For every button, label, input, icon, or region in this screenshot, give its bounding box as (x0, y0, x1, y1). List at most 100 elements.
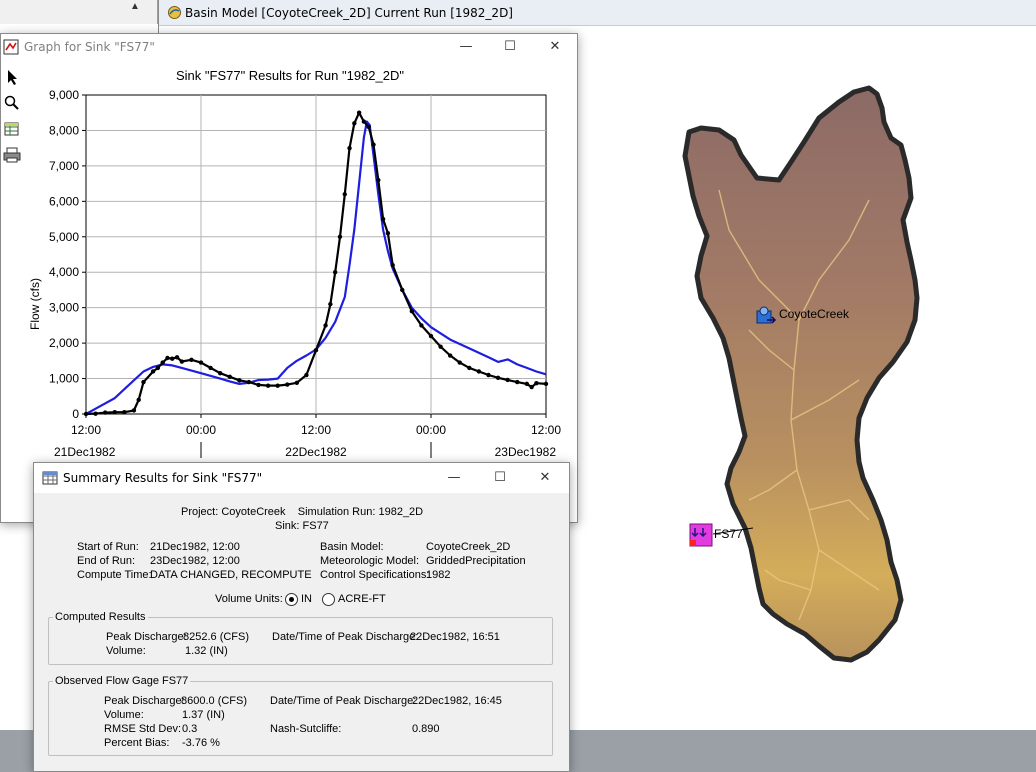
sink-element-fs77[interactable]: FS77 (689, 522, 779, 548)
observed-flow-point (438, 344, 443, 349)
observed-flow-title: Observed Flow Gage FS77 (53, 675, 191, 687)
observed-flow-point (227, 374, 232, 379)
subbasin-icon (756, 306, 777, 324)
observed-volume-value: 1.37 (IN) (182, 709, 225, 721)
observed-flow-point (136, 397, 141, 403)
computed-volume-value: 1.32 (IN) (185, 645, 228, 657)
x-tick-label: 00:00 (186, 423, 216, 437)
x-tick-label: 12:00 (71, 423, 101, 437)
nash-sutcliffe-value: 0.890 (412, 723, 440, 735)
observed-flow-point (179, 359, 185, 364)
observed-flow-point (428, 333, 434, 339)
rmse-label: RMSE Std Dev: (104, 723, 182, 735)
observed-flow-point (328, 301, 333, 307)
volume-units-acreft-label[interactable]: ACRE-FT (338, 593, 386, 605)
observed-flow-point (294, 380, 300, 386)
observed-flow-point (534, 380, 539, 386)
scroll-up-arrow-icon[interactable]: ▲ (128, 1, 142, 15)
volume-units-label: Volume Units: (215, 593, 283, 605)
table-window-icon (42, 471, 58, 485)
observed-flow-point (217, 371, 223, 376)
observed-flow-point (529, 384, 534, 390)
summary-window-title: Summary Results for Sink "FS77" (63, 471, 263, 485)
y-tick-label: 1,000 (49, 372, 79, 386)
observed-flow-point (102, 410, 108, 415)
fs77-label: FS77 (714, 527, 743, 541)
summary-titlebar[interactable]: Summary Results for Sink "FS77" — ☐ ✕ (34, 463, 569, 493)
y-tick-label: 0 (72, 407, 79, 421)
observed-flow-point (131, 408, 137, 413)
graph-window: Graph for Sink "FS77" — ☐ ✕ Sink "FS77" … (0, 33, 578, 523)
y-axis-label: Flow (cfs) (28, 278, 42, 330)
observed-peak-date-label: Date/Time of Peak Discharge: (270, 695, 417, 707)
summary-minimize-button[interactable]: — (439, 465, 469, 491)
observed-flow-point (323, 323, 328, 328)
hydrograph-chart[interactable]: 0 1,000 2,000 3,000 4,000 5,000 6,000 7,000 8,00… (1, 34, 577, 464)
observed-flow-point (165, 355, 170, 361)
observed-flow-point (332, 270, 338, 275)
observed-flow-point (476, 369, 482, 374)
control-spec-value: 1982 (426, 569, 451, 581)
compute-time-value: DATA CHANGED, RECOMPUTE (150, 569, 312, 581)
watershed-map[interactable] (679, 80, 959, 670)
end-of-run-label: End of Run: (77, 555, 136, 567)
compute-time-label: Compute Time: (77, 569, 152, 581)
observed-flow-point (467, 365, 472, 371)
observed-flow-point (170, 356, 175, 361)
observed-flow-point (400, 287, 405, 293)
basin-model-value: CoyoteCreek_2D (426, 541, 511, 553)
x-tick-label: 12:00 (301, 423, 331, 437)
observed-flow-point (246, 379, 252, 385)
volume-units-in-radio[interactable] (285, 593, 298, 606)
nash-sutcliffe-label: Nash-Sutcliffe: (270, 723, 342, 735)
y-tick-label: 9,000 (49, 88, 79, 102)
observed-flow-point (208, 365, 213, 371)
observed-flow-point (285, 382, 290, 387)
y-tick-label: 8,000 (49, 123, 79, 137)
met-model-label: Meteorologic Model: (320, 555, 420, 567)
computed-peak-label: Peak Discharge: (106, 631, 187, 643)
observed-flow-point (361, 119, 367, 124)
sink-icon (689, 523, 713, 547)
observed-volume-label: Volume: (104, 709, 144, 721)
y-tick-label: 7,000 (49, 159, 79, 173)
observed-flow-point (93, 411, 98, 416)
summary-close-button[interactable]: ✕ (530, 465, 560, 491)
observed-flow-point (356, 110, 362, 115)
computed-results-title: Computed Results (53, 611, 148, 623)
observed-flow-point (304, 372, 309, 378)
rmse-value: 0.3 (182, 723, 198, 735)
percent-bias-label: Percent Bias: (104, 737, 170, 749)
observed-flow-point (495, 375, 501, 381)
observed-flow-point (390, 262, 395, 268)
volume-units-acreft-radio[interactable] (322, 593, 335, 606)
observed-flow-point (160, 360, 165, 365)
observed-flow-point (409, 309, 415, 314)
basin-titlebar[interactable]: Basin Model [CoyoteCreek_2D] Current Run… (159, 0, 1036, 26)
observed-peak-value: 8600.0 (CFS) (181, 695, 248, 707)
volume-units-in-label[interactable]: IN (301, 593, 312, 605)
observed-flow-point (385, 231, 391, 236)
y-tick-label: 5,000 (49, 230, 79, 244)
observed-flow-point (256, 382, 261, 388)
x-tick-label: 12:00 (531, 423, 561, 437)
y-tick-label: 4,000 (49, 265, 79, 279)
observed-flow-point (419, 323, 424, 328)
observed-flow-point (380, 216, 386, 222)
observed-flow-point (371, 142, 376, 147)
basin-model-icon (168, 6, 181, 19)
observed-flow-point (237, 378, 242, 383)
observed-flow-point (457, 360, 462, 365)
computed-volume-label: Volume: (106, 645, 146, 657)
observed-flow-point (275, 383, 280, 388)
summary-maximize-button[interactable]: ☐ (485, 465, 515, 491)
x-tick-label: 00:00 (416, 423, 446, 437)
met-model-value: GriddedPrecipitation (426, 555, 526, 567)
x-date-label: 22Dec1982 (285, 445, 347, 459)
observed-flow-point (486, 372, 491, 378)
x-date-label: 23Dec1982 (495, 445, 557, 459)
observed-flow-point (141, 379, 146, 385)
percent-bias-value: -3.76 % (182, 737, 220, 749)
computed-peak-value: 8252.6 (CFS) (183, 631, 250, 643)
subbasin-element-coyotecreek[interactable]: CoyoteCreek (755, 305, 865, 327)
